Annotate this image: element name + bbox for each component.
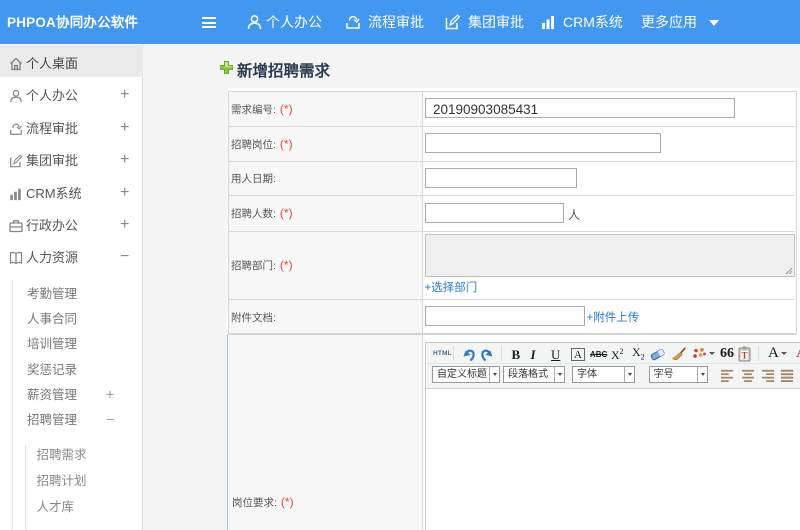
svg-text:T: T xyxy=(741,351,747,361)
